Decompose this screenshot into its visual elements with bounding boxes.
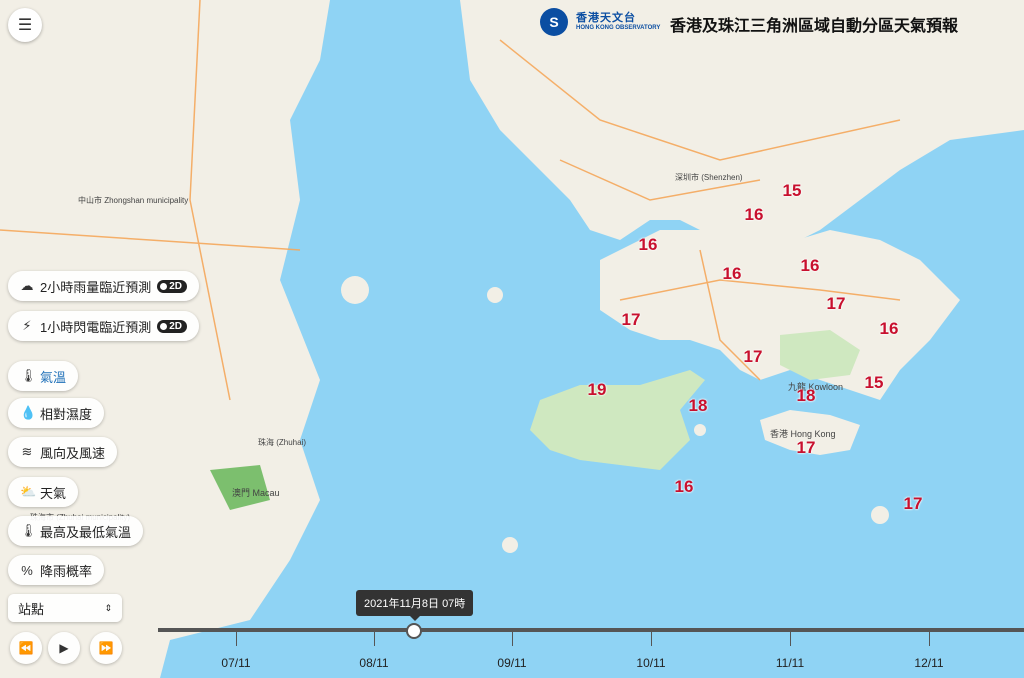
temperature-marker[interactable]: 17 xyxy=(904,494,923,514)
rain-prob-button[interactable]: % 降雨概率 xyxy=(8,555,105,585)
timeline-date-label: 08/11 xyxy=(359,656,389,670)
fast-forward-button[interactable]: ⏩ xyxy=(90,632,122,664)
thermometer-pair-icon: 🌡 xyxy=(20,523,37,538)
lightning-nowcast-button[interactable]: ⚡ 1小時閃電臨近預測 2D xyxy=(8,311,200,341)
max-min-temp-button[interactable]: 🌡 最高及最低氣溫 xyxy=(8,516,144,546)
timeline-date-label: 10/11 xyxy=(636,656,666,670)
timeline-tick xyxy=(374,632,375,646)
station-select[interactable]: 站點 ⇕ xyxy=(8,594,122,622)
2d-toggle[interactable]: 2D xyxy=(157,279,188,293)
temperature-marker[interactable]: 16 xyxy=(801,256,820,276)
humidity-label: 相對濕度 xyxy=(40,406,93,422)
timeline-date-label: 09/11 xyxy=(497,656,527,670)
temperature-marker[interactable]: 16 xyxy=(639,235,658,255)
header-logo: S 香港天文台 HONG KONG OBSERVATORY xyxy=(540,8,660,36)
updown-icon: ⇕ xyxy=(104,602,112,613)
temperature-marker[interactable]: 16 xyxy=(723,264,742,284)
page-title: 香港及珠江三角洲區域自動分區天氣預報 xyxy=(670,18,959,35)
timeline-track[interactable] xyxy=(158,628,1024,632)
timeline-tick xyxy=(651,632,652,646)
temperature-marker[interactable]: 18 xyxy=(689,396,708,416)
temperature-marker[interactable]: 17 xyxy=(827,294,846,314)
rewind-icon: ⏪ xyxy=(18,641,34,655)
droplet-icon: 💧 xyxy=(20,405,37,420)
rain-cloud-icon: ☁ xyxy=(20,278,34,293)
lightning-icon: ⚡ xyxy=(22,318,32,333)
rain-prob-label: 降雨概率 xyxy=(40,563,93,579)
timeline-tick xyxy=(929,632,930,646)
temperature-marker[interactable]: 19 xyxy=(588,380,607,400)
humidity-button[interactable]: 💧 相對濕度 xyxy=(8,398,105,428)
wind-button[interactable]: ≋ 風向及風速 xyxy=(8,437,118,467)
logo-cn: 香港天文台 xyxy=(576,12,636,25)
map-label-zhuhai-city: 珠海 (Zhuhai) xyxy=(258,438,307,447)
play-icon: ▶ xyxy=(59,641,69,655)
logo-en: HONG KONG OBSERVATORY xyxy=(576,24,661,31)
temperature-marker[interactable]: 15 xyxy=(783,181,802,201)
timeline-tick xyxy=(236,632,237,646)
temperature-marker[interactable]: 16 xyxy=(880,319,899,339)
weather-label: 天氣 xyxy=(40,485,67,501)
partly-cloudy-icon: ⛅ xyxy=(20,484,37,499)
rain-nowcast-label: 2小時雨量臨近預測 xyxy=(40,279,152,295)
wind-icon: ≋ xyxy=(21,444,33,459)
fast-forward-icon: ⏩ xyxy=(98,641,114,655)
station-select-value: 站點 xyxy=(18,601,45,617)
temperature-button[interactable]: 🌡 氣溫 xyxy=(8,361,79,391)
map-label-zhongshan: 中山市 Zhongshan municipality xyxy=(78,196,189,205)
temperature-marker[interactable]: 15 xyxy=(865,373,884,393)
timeline-date-label: 12/11 xyxy=(914,656,944,670)
map-label-macau: 澳門 Macau xyxy=(232,488,280,498)
timeline-date-label: 11/11 xyxy=(775,656,805,670)
hko-logo-icon: S xyxy=(540,8,568,36)
timeline-tick xyxy=(512,632,513,646)
rewind-button[interactable]: ⏪ xyxy=(10,632,42,664)
2d-toggle[interactable]: 2D xyxy=(157,319,188,333)
temperature-marker[interactable]: 17 xyxy=(622,310,641,330)
rain-nowcast-button[interactable]: ☁ 2小時雨量臨近預測 2D xyxy=(8,271,200,301)
temperature-marker[interactable]: 18 xyxy=(797,386,816,406)
wind-label: 風向及風速 xyxy=(40,445,106,461)
thermometer-icon: 🌡 xyxy=(20,368,37,383)
timeline-date-label: 07/11 xyxy=(221,656,251,670)
weather-button[interactable]: ⛅ 天氣 xyxy=(8,477,79,507)
menu-icon: ☰ xyxy=(17,17,33,34)
temperature-marker[interactable]: 16 xyxy=(745,205,764,225)
temperature-marker[interactable]: 17 xyxy=(744,347,763,367)
timeline-tick xyxy=(790,632,791,646)
timeline-handle[interactable] xyxy=(406,623,422,639)
percent-icon: % xyxy=(21,562,33,578)
timeline-tooltip: 2021年11月8日 07時 xyxy=(356,590,474,621)
temperature-marker[interactable]: 16 xyxy=(675,477,694,497)
temperature-label: 氣溫 xyxy=(40,369,67,385)
lightning-nowcast-label: 1小時閃電臨近預測 xyxy=(40,319,152,335)
map-label-shenzhen: 深圳市 (Shenzhen) xyxy=(675,173,743,182)
menu-button[interactable]: ☰ xyxy=(8,8,42,42)
play-button[interactable]: ▶ xyxy=(48,632,80,664)
temperature-marker[interactable]: 17 xyxy=(797,438,816,458)
max-min-temp-label: 最高及最低氣溫 xyxy=(40,524,132,540)
